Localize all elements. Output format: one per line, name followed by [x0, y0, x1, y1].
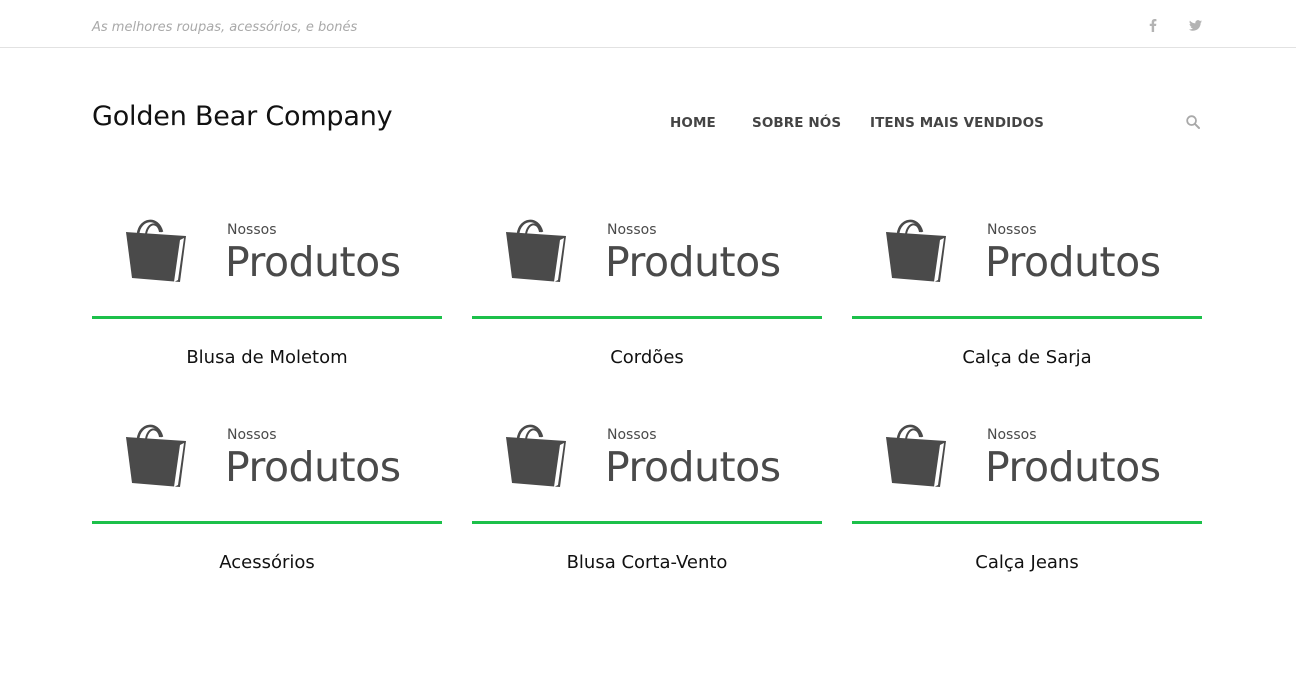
product-banner[interactable]: Nossos Produtos — [852, 399, 1202, 524]
nav-itens-mais-vendidos[interactable]: ITENS MAIS VENDIDOS — [870, 115, 1044, 131]
banner-big-text: Produtos — [605, 443, 781, 491]
banner-big-text: Produtos — [225, 238, 401, 286]
product-card[interactable]: Nossos Produtos Blusa Corta-Vento — [472, 399, 822, 579]
product-name[interactable]: Blusa Corta-Vento — [472, 552, 822, 573]
banner-big-text: Produtos — [985, 443, 1161, 491]
product-banner[interactable]: Nossos Produtos — [92, 399, 442, 524]
banner-big-text: Produtos — [985, 238, 1161, 286]
product-name[interactable]: Acessórios — [92, 552, 442, 573]
banner-small-text: Nossos — [227, 222, 277, 238]
product-card[interactable]: Nossos Produtos Blusa de Moletom — [92, 194, 442, 374]
shopping-bag-icon — [506, 424, 566, 487]
twitter-link[interactable] — [1185, 15, 1205, 35]
product-card[interactable]: Nossos Produtos Acessórios — [92, 399, 442, 579]
site-logo[interactable]: Golden Bear Company — [92, 101, 393, 132]
product-card[interactable]: Nossos Produtos Calça de Sarja — [852, 194, 1202, 374]
product-banner[interactable]: Nossos Produtos — [92, 194, 442, 319]
search-button[interactable] — [1186, 114, 1204, 132]
shopping-bag-icon — [506, 219, 566, 282]
nav-sobre-nos[interactable]: SOBRE NÓS — [752, 115, 841, 131]
banner-small-text: Nossos — [987, 222, 1037, 238]
product-banner[interactable]: Nossos Produtos — [472, 194, 822, 319]
banner-small-text: Nossos — [987, 427, 1037, 443]
search-icon — [1186, 115, 1200, 129]
shopping-bag-icon — [126, 219, 186, 282]
product-banner[interactable]: Nossos Produtos — [472, 399, 822, 524]
shopping-bag-icon — [126, 424, 186, 487]
product-name[interactable]: Calça Jeans — [852, 552, 1202, 573]
banner-small-text: Nossos — [227, 427, 277, 443]
shopping-bag-icon — [886, 219, 946, 282]
product-name[interactable]: Calça de Sarja — [852, 347, 1202, 368]
facebook-link[interactable] — [1143, 15, 1163, 35]
product-name[interactable]: Blusa de Moletom — [92, 347, 442, 368]
banner-small-text: Nossos — [607, 222, 657, 238]
product-name[interactable]: Cordões — [472, 347, 822, 368]
shopping-bag-icon — [886, 424, 946, 487]
banner-big-text: Produtos — [225, 443, 401, 491]
tagline: As melhores roupas, acessórios, e bonés — [92, 20, 358, 35]
facebook-icon — [1149, 18, 1157, 32]
top-bar: As melhores roupas, acessórios, e bonés — [0, 0, 1296, 48]
banner-small-text: Nossos — [607, 427, 657, 443]
twitter-icon — [1188, 19, 1202, 31]
product-banner[interactable]: Nossos Produtos — [852, 194, 1202, 319]
banner-big-text: Produtos — [605, 238, 781, 286]
product-card[interactable]: Nossos Produtos Cordões — [472, 194, 822, 374]
product-card[interactable]: Nossos Produtos Calça Jeans — [852, 399, 1202, 579]
nav-home[interactable]: HOME — [670, 115, 716, 131]
